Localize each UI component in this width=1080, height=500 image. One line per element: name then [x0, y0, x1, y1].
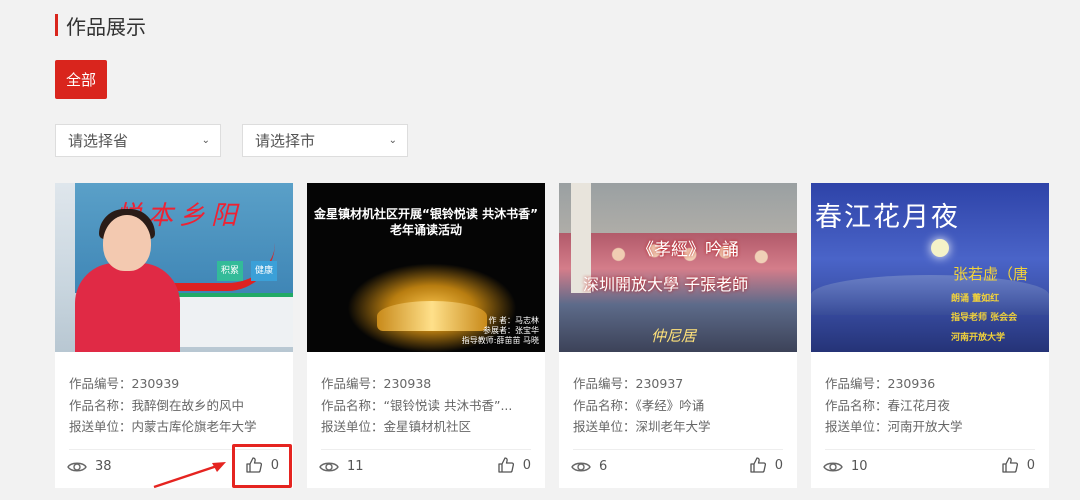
like-button[interactable]: 0 — [1001, 456, 1035, 474]
work-name: “银铃悦读 共沐书香”... — [383, 397, 513, 413]
work-card[interactable]: 金星镇材机社区开展“银铃悦读 共沐书香” 老年诵读活动 作 者：马志林 参展者：… — [307, 183, 545, 488]
unit-label: 报送单位： — [321, 419, 384, 434]
work-id: 230939 — [131, 376, 180, 391]
filter-all-button[interactable]: 全部 — [55, 60, 107, 99]
view-count-value: 6 — [599, 459, 608, 474]
view-count-value: 38 — [95, 459, 112, 474]
work-card[interactable]: 《孝經》吟誦 深圳開放大學 子張老師 仲尼居 作品编号：230937 作品名称：… — [559, 183, 797, 488]
thumbnail-credit: 指导教师:薛苗苗 马晓 — [461, 336, 539, 345]
work-info: 作品编号：230936 作品名称：春江花月夜 报送单位：河南开放大学 — [825, 373, 1040, 438]
view-count-value: 10 — [851, 459, 868, 474]
work-info: 作品编号：230939 作品名称：我醉倒在故乡的风中 报送单位：内蒙古库伦旗老年… — [69, 373, 284, 438]
thumbnail-credit: 朗诵 董如红 — [951, 294, 1000, 304]
city-select[interactable]: 请选择市 ⌄ — [242, 124, 408, 157]
work-name: 《孝经》吟诵 — [635, 397, 705, 413]
thumbnail-credit: 河南开放大学 — [951, 333, 1006, 343]
section-title: 作品展示 — [66, 14, 146, 39]
work-name: 我醉倒在故乡的风中 — [131, 397, 245, 413]
work-id: 230938 — [383, 376, 432, 391]
thumbnail-sign: 积累 — [217, 261, 243, 281]
work-card[interactable]: 悦本乡阳 积累 健康 作品编号：230939 作品名称：我醉倒在故乡的风中 报送… — [55, 183, 293, 488]
work-unit: 内蒙古库伦旗老年大学 — [131, 419, 257, 434]
work-unit: 金星镇材机社区 — [383, 419, 472, 434]
divider — [573, 449, 783, 450]
chevron-down-icon: ⌄ — [388, 135, 397, 146]
id-label: 作品编号： — [825, 376, 888, 391]
thumbs-up-icon — [750, 457, 766, 473]
like-count: 0 — [1026, 457, 1035, 473]
thumbnail-title-line: 金星镇材机社区开展“银铃悦读 共沐书香” — [314, 207, 538, 221]
view-count: 6 — [571, 459, 607, 474]
chevron-down-icon: ⌄ — [201, 135, 210, 146]
thumbs-up-icon — [498, 457, 514, 473]
thumbnail-caption: 仲尼居 — [651, 327, 697, 345]
work-thumbnail[interactable]: 春江花月夜 张若虚（唐 朗诵 董如红 指导老师 张会会 河南开放大学 — [811, 183, 1049, 352]
name-label: 作品名称： — [573, 397, 636, 413]
work-name: 春江花月夜 — [887, 397, 951, 413]
work-thumbnail[interactable]: 金星镇材机社区开展“银铃悦读 共沐书香” 老年诵读活动 作 者：马志林 参展者：… — [307, 183, 545, 352]
name-label: 作品名称： — [825, 397, 888, 413]
eye-icon — [571, 462, 591, 471]
thumbs-up-icon — [1002, 457, 1018, 473]
like-count: 0 — [774, 457, 783, 473]
eye-icon — [319, 462, 339, 471]
work-unit: 深圳老年大学 — [635, 419, 711, 434]
work-id: 230936 — [887, 376, 936, 391]
view-count: 38 — [67, 459, 112, 474]
work-id: 230937 — [635, 376, 684, 391]
id-label: 作品编号： — [69, 376, 132, 391]
work-info: 作品编号：230937 作品名称：《孝经》吟诵 报送单位：深圳老年大学 — [573, 373, 788, 438]
name-label: 作品名称： — [69, 397, 132, 413]
work-thumbnail[interactable]: 悦本乡阳 积累 健康 — [55, 183, 293, 352]
id-label: 作品编号： — [321, 376, 384, 391]
city-select-label: 请选择市 — [255, 132, 316, 150]
province-select[interactable]: 请选择省 ⌄ — [55, 124, 221, 157]
work-unit: 河南开放大学 — [887, 419, 963, 434]
view-count: 10 — [823, 459, 868, 474]
thumbnail-caption: 《孝經》吟誦 — [637, 240, 739, 260]
like-button[interactable]: 0 — [749, 456, 783, 474]
thumbnail-caption: 深圳開放大學 子張老師 — [583, 275, 749, 294]
work-info: 作品编号：230938 作品名称：“银铃悦读 共沐书香”... 报送单位：金星镇… — [321, 373, 536, 438]
name-label: 作品名称： — [321, 397, 384, 413]
unit-label: 报送单位： — [825, 419, 888, 434]
like-count: 0 — [522, 457, 531, 473]
unit-label: 报送单位： — [69, 419, 132, 434]
thumbnail-title: 春江花月夜 — [815, 202, 960, 233]
like-button[interactable]: 0 — [497, 456, 531, 474]
id-label: 作品编号： — [573, 376, 636, 391]
thumbnail-title-line: 老年诵读活动 — [389, 223, 462, 237]
divider — [825, 449, 1035, 450]
title-accent-bar — [55, 14, 58, 36]
section-header: 作品展示 — [55, 12, 146, 39]
eye-icon — [823, 462, 843, 471]
work-thumbnail[interactable]: 《孝經》吟誦 深圳開放大學 子張老師 仲尼居 — [559, 183, 797, 352]
work-card[interactable]: 春江花月夜 张若虚（唐 朗诵 董如红 指导老师 张会会 河南开放大学 作品编号：… — [811, 183, 1049, 488]
annotation-highlight-box — [232, 444, 292, 488]
thumbnail-sign: 健康 — [251, 261, 277, 281]
unit-label: 报送单位： — [573, 419, 636, 434]
eye-icon — [67, 462, 87, 471]
annotation-arrow-icon — [153, 462, 226, 489]
thumbnail-credit: 指导老师 张会会 — [951, 313, 1018, 323]
thumbnail-author: 张若虚（唐 — [953, 265, 1029, 283]
province-select-label: 请选择省 — [68, 132, 129, 150]
view-count: 11 — [319, 459, 364, 474]
view-count-value: 11 — [347, 459, 364, 474]
divider — [321, 449, 531, 450]
